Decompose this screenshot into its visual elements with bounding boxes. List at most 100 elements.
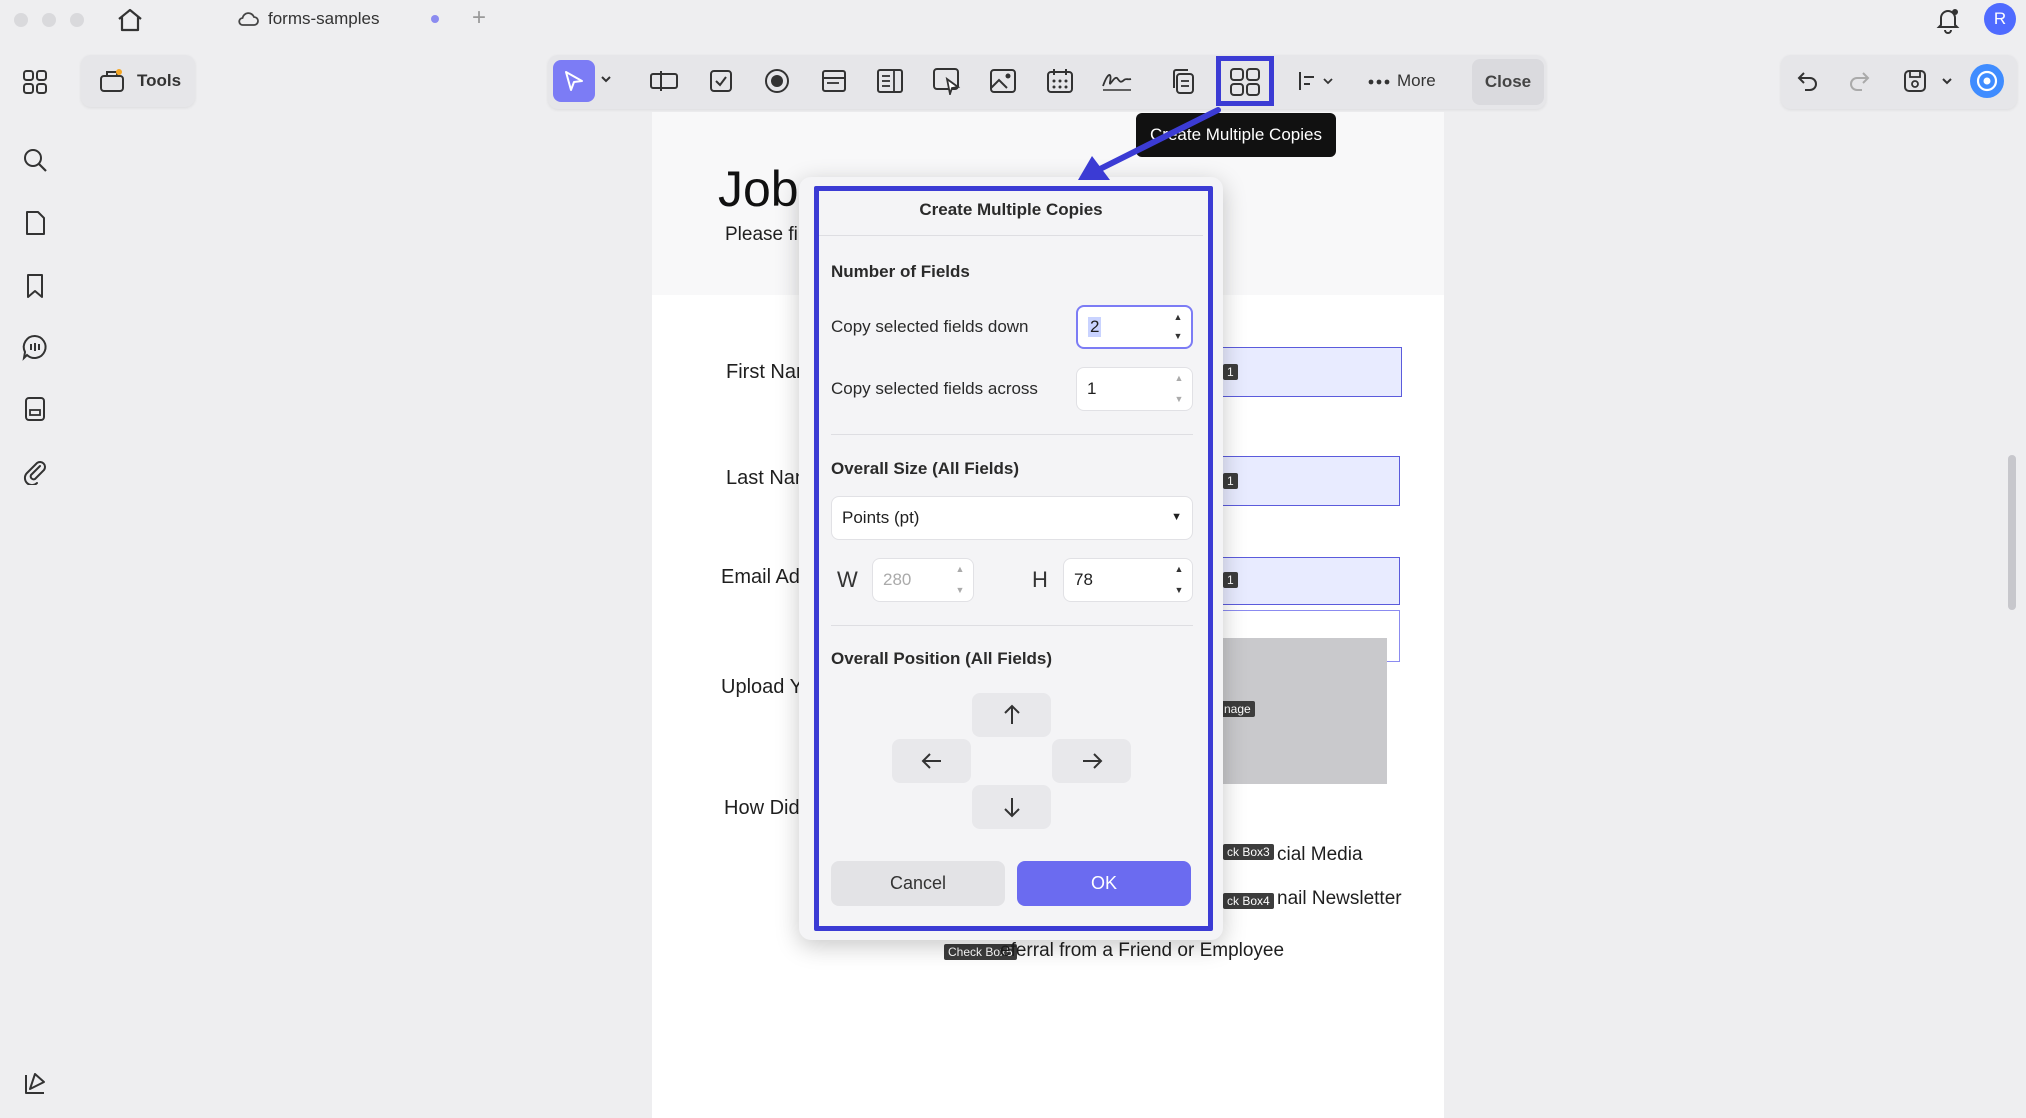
width-stepper[interactable]: 280 ▲ ▼ [872, 558, 974, 602]
pointer-arrow [1078, 107, 1221, 180]
height-stepper[interactable]: 78 ▲ ▼ [1063, 558, 1193, 602]
signature-icon[interactable] [1096, 60, 1138, 102]
create-multiple-copies-dialog: Create Multiple Copies Number of Fields … [799, 177, 1223, 940]
create-multiple-copies-button[interactable] [1216, 56, 1274, 106]
divider [831, 625, 1193, 626]
list-box-icon[interactable] [869, 60, 911, 102]
grid-icon[interactable] [16, 63, 54, 101]
unit-selected-value: Points (pt) [842, 508, 920, 527]
undo-icon[interactable] [1795, 69, 1821, 93]
arrow-right-icon [1082, 753, 1102, 769]
height-label: H [1032, 567, 1048, 592]
combo-box-icon[interactable] [814, 60, 856, 102]
ok-button[interactable]: OK [1017, 861, 1191, 906]
bookmark-icon[interactable] [16, 267, 54, 305]
label-last-name: Last Nan [726, 467, 807, 489]
page-icon[interactable] [16, 204, 54, 242]
checkbox-icon[interactable] [700, 60, 742, 102]
arrow-down-icon [1003, 798, 1020, 818]
window-close-dot[interactable] [14, 13, 28, 27]
last-name-field[interactable]: 1 [1220, 456, 1400, 506]
close-button[interactable]: Close [1472, 59, 1544, 105]
window-minimize-dot[interactable] [42, 13, 56, 27]
tools-button[interactable]: Tools [81, 55, 195, 107]
checkbox-newsletter[interactable]: ck Box4 [1223, 892, 1274, 910]
more-button[interactable]: More [1397, 71, 1436, 91]
number-of-fields-heading: Number of Fields [831, 262, 970, 281]
ai-icon[interactable] [1970, 64, 2004, 98]
scrollbar-thumb[interactable] [2008, 455, 2016, 610]
overall-position-heading: Overall Position (All Fields) [831, 649, 1053, 668]
label-email: Email Add [721, 566, 812, 588]
first-name-field[interactable]: 1 [1220, 347, 1402, 397]
copy-down-value: 2 [1088, 317, 1102, 337]
search-icon[interactable] [16, 141, 54, 179]
comment-icon[interactable] [16, 328, 54, 366]
field-tag: ck Box4 [1223, 893, 1274, 909]
height-value: 78 [1074, 570, 1093, 589]
align-icon[interactable] [1293, 60, 1341, 102]
chevron-down-icon[interactable] [1941, 76, 1953, 86]
image-field-icon[interactable] [982, 60, 1024, 102]
checkbox-social[interactable]: ck Box3 [1223, 843, 1274, 861]
copy-across-label: Copy selected fields across [831, 379, 1038, 398]
arrow-up-icon [1003, 704, 1020, 724]
bell-icon[interactable] [1935, 6, 1961, 34]
multiple-copies-icon [1229, 67, 1261, 97]
move-up-button[interactable] [972, 693, 1051, 737]
document-tab-title[interactable]: forms-samples [268, 9, 379, 29]
duplicate-icon[interactable] [1162, 60, 1204, 102]
copy-across-stepper[interactable]: 1 ▲ ▼ [1076, 367, 1193, 411]
toolbox-icon [99, 68, 125, 94]
field-tag: ck Box3 [1223, 844, 1274, 860]
title-bar: forms-samples + R [0, 0, 2026, 40]
document-intro: Please fil [725, 224, 803, 245]
home-icon[interactable] [115, 6, 145, 34]
option-newsletter: nail Newsletter [1277, 888, 1402, 909]
save-icon[interactable] [1902, 68, 1928, 94]
cancel-button[interactable]: Cancel [831, 861, 1005, 906]
overall-size-heading: Overall Size (All Fields) [831, 459, 1020, 478]
width-label: W [837, 567, 858, 592]
window-zoom-dot[interactable] [70, 13, 84, 27]
option-social: cial Media [1277, 844, 1363, 865]
document-title: Job [718, 161, 799, 217]
new-tab-button[interactable]: + [472, 4, 486, 32]
stepper-arrows[interactable]: ▲ ▼ [955, 565, 965, 595]
more-dots-icon[interactable] [1367, 68, 1391, 96]
button-field-icon[interactable] [926, 60, 968, 102]
date-field-icon[interactable] [1039, 60, 1081, 102]
chevron-down-icon: ▼ [1171, 511, 1182, 523]
move-left-button[interactable] [892, 739, 971, 783]
paperclip-icon[interactable] [16, 452, 54, 490]
chevron-down-icon[interactable] [600, 74, 612, 84]
label-upload: Upload Y [721, 676, 803, 698]
unit-select[interactable]: Points (pt) ▼ [831, 496, 1193, 540]
move-down-button[interactable] [972, 785, 1051, 829]
tools-label: Tools [137, 71, 182, 90]
select-tool[interactable] [553, 60, 595, 102]
image-field[interactable]: nage [1220, 638, 1387, 784]
dialog-title: Create Multiple Copies [919, 200, 1103, 219]
email-field[interactable]: 1 [1220, 557, 1400, 605]
redo-icon[interactable] [1846, 69, 1872, 93]
radio-button-icon[interactable] [756, 60, 798, 102]
copy-down-label: Copy selected fields down [831, 317, 1029, 336]
stepper-arrows[interactable]: ▲ ▼ [1173, 313, 1183, 341]
field-tag: nage [1220, 701, 1255, 717]
arrow-left-icon [921, 753, 941, 769]
avatar[interactable]: R [1984, 3, 2016, 35]
move-right-button[interactable] [1052, 739, 1131, 783]
stepper-arrows[interactable]: ▲ ▼ [1174, 565, 1184, 595]
copy-down-stepper[interactable]: 2 ▲ ▼ [1076, 305, 1193, 349]
field-tag: 1 [1223, 572, 1238, 588]
label-how-did: How Did [724, 797, 800, 819]
divider [819, 235, 1203, 236]
form-icon[interactable] [16, 390, 54, 428]
text-field-icon[interactable] [643, 60, 685, 102]
label-first-name: First Nan [726, 361, 808, 383]
divider [831, 434, 1193, 435]
layers-icon[interactable] [16, 1065, 54, 1103]
stepper-arrows[interactable]: ▲ ▼ [1174, 374, 1184, 404]
width-value: 280 [883, 570, 912, 589]
